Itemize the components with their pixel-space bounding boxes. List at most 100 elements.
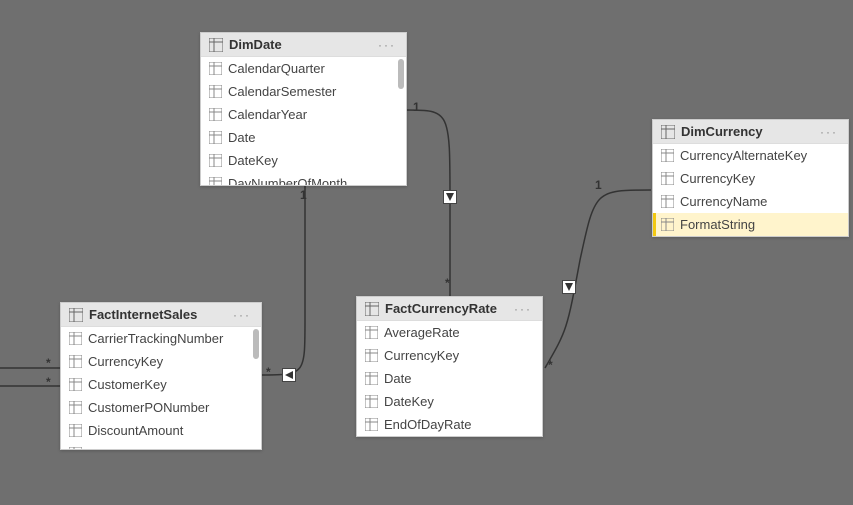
column-item-selected[interactable]: FormatString [653,213,848,236]
table-menu[interactable]: ··· [514,302,534,316]
table-header[interactable]: DimDate ··· [201,33,406,57]
column-label: CurrencyKey [88,354,163,369]
table-dimcurrency[interactable]: DimCurrency ··· CurrencyAlternateKey Cur… [652,119,849,237]
column-item[interactable]: AverageRate [357,321,542,344]
table-icon [69,308,83,322]
table-title: DimDate [229,37,378,52]
filter-direction-arrow [562,280,576,294]
column-icon [365,349,378,362]
column-label: CalendarQuarter [228,61,325,76]
column-icon [209,154,222,167]
column-icon [365,372,378,385]
column-icon [209,108,222,121]
table-factinternetsales[interactable]: FactInternetSales ··· CarrierTrackingNum… [60,302,262,450]
column-icon [69,401,82,414]
column-icon [365,395,378,408]
filter-direction-arrow [443,190,457,204]
column-list: CalendarQuarter CalendarSemester Calenda… [201,57,406,185]
table-title: FactCurrencyRate [385,301,514,316]
table-header[interactable]: FactInternetSales ··· [61,303,261,327]
column-icon [209,62,222,75]
cardinality-many: * [548,358,553,372]
cardinality-one: 1 [300,188,307,202]
column-label: Date [384,371,411,386]
column-list: CurrencyAlternateKey CurrencyKey Currenc… [653,144,848,236]
column-icon [365,326,378,339]
column-label: CurrencyAlternateKey [680,148,807,163]
column-icon [69,332,82,345]
column-item[interactable]: CurrencyKey [61,350,261,373]
cardinality-one: 1 [595,178,602,192]
column-icon [661,218,674,231]
column-item[interactable]: CalendarQuarter [201,57,406,80]
cardinality-one: 1 [413,100,420,114]
column-label: CalendarSemester [228,84,336,99]
column-label: CarrierTrackingNumber [88,331,223,346]
column-item[interactable]: DiscountAmount [61,419,261,442]
column-item[interactable]: DayNumberOfMonth [201,172,406,185]
column-icon [365,418,378,431]
table-icon [661,125,675,139]
table-icon [209,38,223,52]
scrollbar[interactable] [253,329,259,359]
cardinality-many: * [46,375,51,389]
column-label: CurrencyName [680,194,767,209]
column-label: DateKey [384,394,434,409]
table-menu[interactable]: ··· [233,308,253,322]
column-item[interactable]: CurrencyKey [357,344,542,367]
column-label: DueDate [88,446,139,449]
column-item[interactable]: CalendarYear [201,103,406,126]
column-item[interactable]: CurrencyAlternateKey [653,144,848,167]
cardinality-many: * [445,276,450,290]
table-menu[interactable]: ··· [378,38,398,52]
table-header[interactable]: FactCurrencyRate ··· [357,297,542,321]
column-item[interactable]: EndOfDayRate [357,413,542,436]
column-item[interactable]: DueDate [61,442,261,449]
column-item[interactable]: CurrencyKey [653,167,848,190]
column-label: AverageRate [384,325,460,340]
filter-direction-arrow [282,368,296,382]
column-list: AverageRate CurrencyKey Date DateKey End… [357,321,542,436]
column-icon [661,149,674,162]
column-item[interactable]: Date [201,126,406,149]
column-item[interactable]: DateKey [357,390,542,413]
column-icon [661,195,674,208]
column-icon [209,85,222,98]
column-icon [209,177,222,185]
column-icon [69,378,82,391]
column-label: CurrencyKey [384,348,459,363]
table-header[interactable]: DimCurrency ··· [653,120,848,144]
table-title: FactInternetSales [89,307,233,322]
column-label: FormatString [680,217,755,232]
model-canvas[interactable]: 1 * 1 * 1 * * * DimDate ··· CalendarQuar… [0,0,853,505]
table-menu[interactable]: ··· [820,125,840,139]
column-item[interactable]: CurrencyName [653,190,848,213]
column-label: DiscountAmount [88,423,183,438]
column-item[interactable]: CustomerKey [61,373,261,396]
column-icon [69,424,82,437]
column-icon [661,172,674,185]
column-label: CurrencyKey [680,171,755,186]
table-dimdate[interactable]: DimDate ··· CalendarQuarter CalendarSeme… [200,32,407,186]
cardinality-many: * [46,356,51,370]
column-item[interactable]: CarrierTrackingNumber [61,327,261,350]
column-item[interactable]: CalendarSemester [201,80,406,103]
column-item[interactable]: Date [357,367,542,390]
table-icon [365,302,379,316]
column-list: CarrierTrackingNumber CurrencyKey Custom… [61,327,261,449]
column-label: Date [228,130,255,145]
column-label: CustomerPONumber [88,400,209,415]
column-label: EndOfDayRate [384,417,471,432]
column-item[interactable]: CustomerPONumber [61,396,261,419]
column-label: CalendarYear [228,107,307,122]
column-icon [69,447,82,449]
table-factcurrencyrate[interactable]: FactCurrencyRate ··· AverageRate Currenc… [356,296,543,437]
column-label: DayNumberOfMonth [228,176,347,185]
scrollbar[interactable] [398,59,404,89]
column-item[interactable]: DateKey [201,149,406,172]
column-icon [209,131,222,144]
column-label: CustomerKey [88,377,167,392]
column-icon [69,355,82,368]
table-title: DimCurrency [681,124,820,139]
cardinality-many: * [266,365,271,379]
